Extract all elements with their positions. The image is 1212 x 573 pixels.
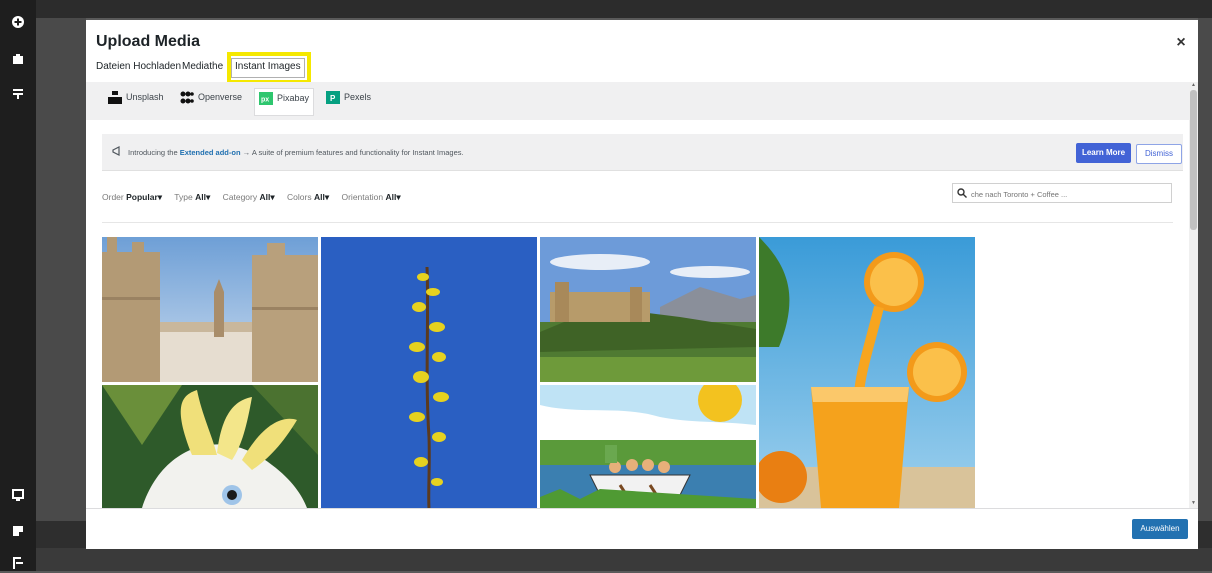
provider-label: Pixabay [277,92,310,103]
caret-down-icon: ▾ [396,192,401,202]
filter-category[interactable]: Category All▾ [223,192,275,202]
filter-bar: Order Popular▾ Type All▾ Category All▾ C… [102,192,411,203]
castle-image [540,237,756,382]
tab-instant-images[interactable]: Instant Images [231,58,305,78]
filter-order[interactable]: Order Popular▾ [102,192,162,202]
provider-label: Pexels [344,91,372,102]
backdrop [1198,521,1212,548]
unsplash-icon [108,91,122,104]
top-bar [36,0,1212,18]
boat-image [540,385,756,508]
note-icon[interactable] [8,521,28,541]
provider-label: Openverse [198,91,243,102]
blocks-icon[interactable] [8,84,28,104]
provider-pixabay[interactable]: px Pixabay [254,88,315,116]
image-grid [102,237,976,508]
backdrop [36,548,1212,571]
extended-addon-notice: Introducing the Extended add-on → A suit… [102,134,1183,171]
editor-sidebar [0,0,36,571]
scroll-thumb[interactable] [1190,90,1197,230]
pexels-icon: P [326,91,340,104]
close-button[interactable]: × [1172,34,1190,52]
instant-images-panel: Unsplash Openverse px Pixabay P Pexels Int… [86,82,1189,508]
scroll-down-arrow-icon[interactable]: ▼ [1191,500,1196,506]
image-tile-castle[interactable] [540,237,756,382]
filter-value: All [259,192,271,202]
filter-orientation[interactable]: Orientation All▾ [341,192,400,202]
svg-text:px: px [261,97,269,104]
megaphone-icon [112,146,120,156]
filter-type[interactable]: Type All▾ [174,192,210,202]
exit-icon[interactable] [8,553,28,573]
notice-prefix: Introducing the [128,148,178,157]
provider-openverse[interactable]: Openverse [180,91,242,111]
notice-text: Introducing the Extended add-on → A suit… [128,148,464,157]
modal-footer: Auswählen [86,508,1198,549]
cockatoo-image [102,385,318,508]
filter-label: Order [102,192,124,202]
provider-bar: Unsplash Openverse px Pixabay P Pexels [86,82,1189,120]
select-button[interactable]: Auswählen [1132,519,1188,539]
backdrop [1198,18,1212,571]
upload-media-modal: Upload Media × Dateien Hochladen Mediath… [86,20,1198,549]
filter-colors[interactable]: Colors All▾ [287,192,329,202]
provider-pexels[interactable]: P Pexels [326,91,371,111]
openverse-icon [180,91,194,104]
pixabay-icon: px [259,92,273,105]
search-input[interactable] [969,186,1169,202]
filter-label: Colors [287,192,312,202]
orange-juice-image [759,237,975,508]
image-tile-cockatoo[interactable] [102,385,318,508]
backdrop [36,521,86,548]
add-icon[interactable] [8,12,28,32]
image-tile-orange-juice[interactable] [759,237,975,508]
search-icon [957,188,967,198]
caret-down-icon: ▾ [324,192,330,202]
search-box [952,183,1172,203]
image-tile-town[interactable] [102,237,318,382]
filter-value: All [195,192,206,202]
learn-more-button[interactable]: Learn More [1076,143,1131,163]
briefcase-icon[interactable] [8,49,28,69]
tab-media-library[interactable]: Mediathe [182,61,223,72]
provider-label: Unsplash [126,91,164,102]
town-image [102,237,318,382]
caret-down-icon: ▾ [205,192,211,202]
results-area: Introducing the Extended add-on → A suit… [86,120,1189,508]
modal-title: Upload Media [96,33,201,50]
dismiss-button[interactable]: Dismiss [1136,144,1182,164]
filter-value: All [313,192,325,202]
filter-value: Popular [126,192,158,202]
scroll-up-arrow-icon[interactable]: ▲ [1191,82,1196,88]
filter-label: Type [174,192,193,202]
backdrop [36,18,86,571]
svg-text:P: P [330,94,336,103]
divider [102,222,1173,223]
image-tile-boat[interactable] [540,385,756,508]
image-tile-flower[interactable] [321,237,537,508]
notice-suffix: → A suite of premium features and functi… [242,148,464,157]
filter-value: All [385,192,397,202]
filter-label: Orientation [341,192,384,202]
extended-addon-link[interactable]: Extended add-on [180,148,241,157]
tab-upload-files[interactable]: Dateien Hochladen [96,61,181,72]
caret-down-icon: ▾ [157,192,163,202]
scrollbar[interactable]: ▲ ▼ [1189,82,1198,508]
filter-label: Category [222,192,258,202]
monitor-icon[interactable] [8,485,28,505]
provider-unsplash[interactable]: Unsplash [108,91,164,111]
flower-image [321,237,537,508]
caret-down-icon: ▾ [270,192,275,202]
